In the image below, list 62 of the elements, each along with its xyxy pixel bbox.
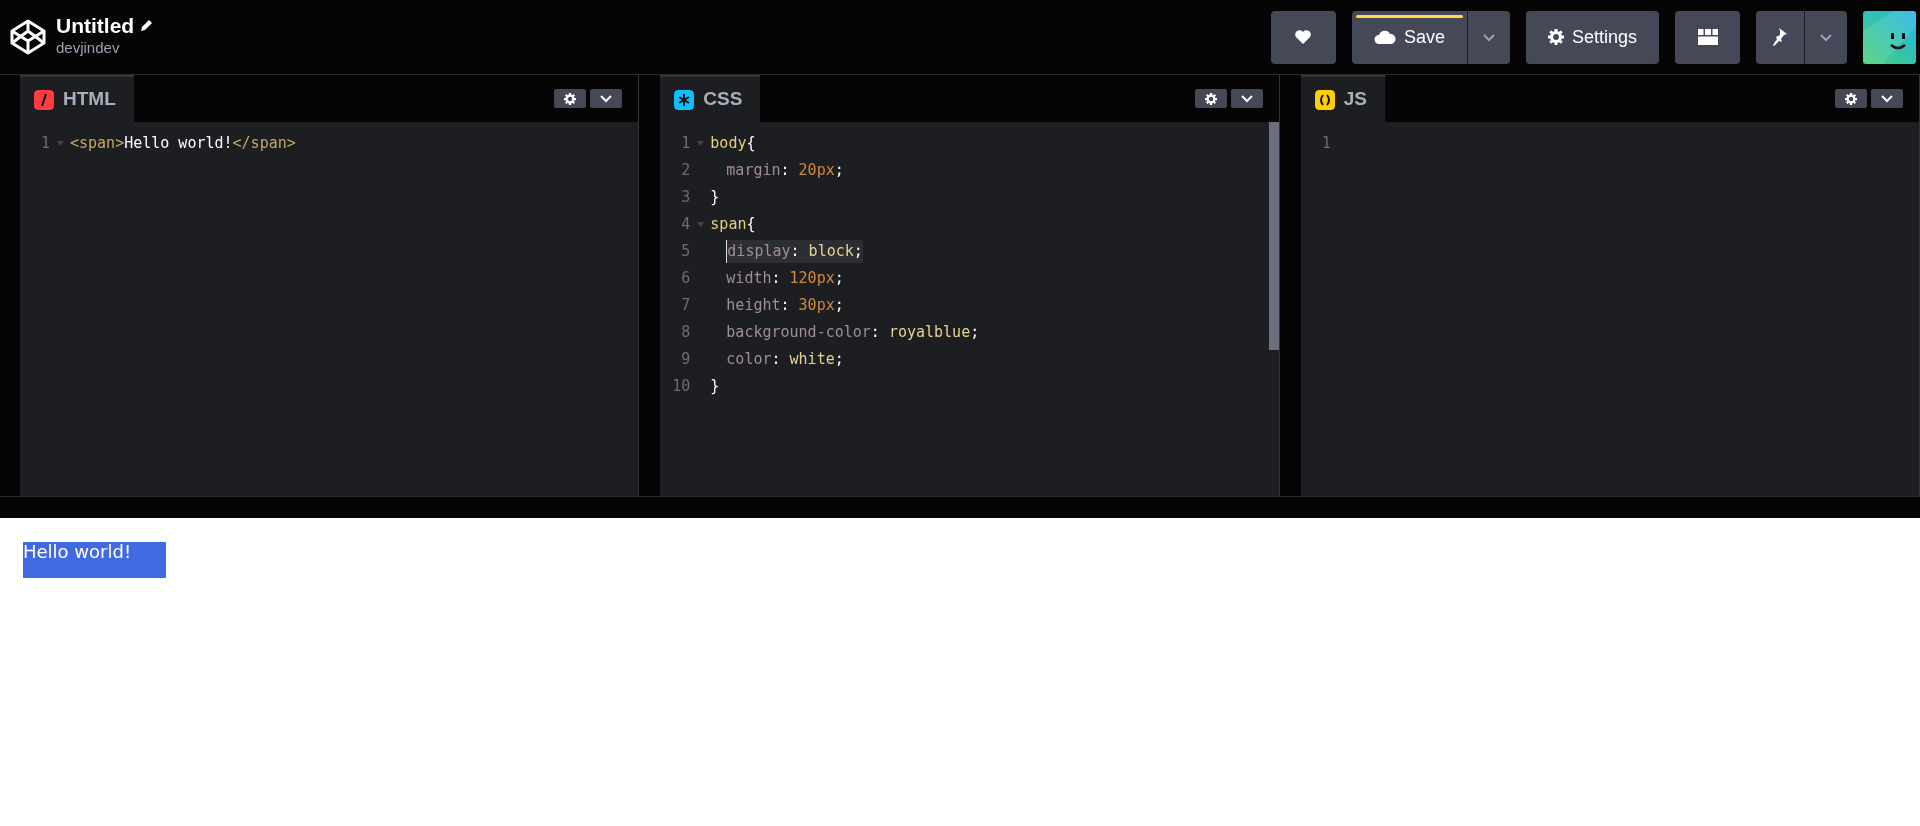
love-button[interactable] (1270, 10, 1336, 64)
fold-caret-icon (696, 222, 704, 227)
line-number: 3 (680, 187, 691, 209)
parentheses-icon (1314, 89, 1335, 110)
settings-icon (564, 92, 577, 105)
collapse-button[interactable] (1230, 89, 1263, 108)
caret-icon (1481, 32, 1496, 42)
collapse-button[interactable] (1871, 89, 1903, 108)
caret-icon (1880, 94, 1894, 103)
collapse-button[interactable] (590, 89, 623, 108)
code-line: background-color: royalblue; (726, 322, 980, 344)
settings-icon (1204, 92, 1217, 105)
editor-tab[interactable]: HTML (20, 75, 134, 122)
pencil-icon (138, 17, 155, 34)
line-number: 7 (680, 295, 691, 317)
caret-icon (1239, 94, 1254, 103)
avatar-icon[interactable] (1863, 10, 1916, 64)
line-number: 9 (680, 349, 691, 371)
caret-icon (1819, 32, 1833, 42)
line-number: 5 (680, 241, 691, 263)
line-number: 10 (671, 376, 691, 398)
code-line: span{ (710, 214, 756, 236)
editor-tab[interactable]: JS (1300, 75, 1385, 122)
editor-tab[interactable]: CSS (660, 75, 761, 122)
settings-button[interactable]: Settings (1525, 10, 1659, 64)
caret-icon (599, 94, 614, 103)
code-line: height: 30px; (726, 295, 844, 317)
line-number: 2 (680, 160, 691, 182)
line-number: 4 (680, 214, 691, 236)
settings-icon (1547, 29, 1564, 45)
heart-icon (1294, 29, 1313, 45)
line-number: 1 (1320, 133, 1331, 155)
code-line: } (710, 187, 720, 209)
save-button[interactable]: Save (1351, 10, 1467, 64)
editor-settings-button[interactable] (1835, 89, 1867, 108)
settings-icon (1845, 92, 1857, 105)
line-number: 1 (680, 133, 691, 155)
slash-icon (34, 89, 54, 110)
cloud-icon (1373, 30, 1396, 44)
code-line: margin: 20px; (726, 160, 844, 182)
code-line: <span>Hello world!</span> (70, 133, 296, 155)
author-link[interactable]: devjindev (56, 37, 155, 60)
fold-caret-icon (56, 141, 64, 146)
layout-icon (1697, 29, 1718, 45)
asterisk-icon (674, 89, 695, 110)
preview-output-text: Hello world! (23, 542, 166, 578)
line-number: 1 (39, 133, 50, 155)
code-line: body{ (710, 133, 756, 155)
scrollbar-thumb[interactable] (1268, 122, 1279, 350)
pin-button[interactable] (1756, 10, 1804, 64)
fold-caret-icon (696, 141, 704, 146)
logo-cube-icon (8, 17, 48, 57)
pen-title[interactable]: Untitled (56, 14, 135, 38)
pin-icon (1772, 27, 1788, 47)
line-number: 6 (680, 268, 691, 290)
editor-settings-button[interactable] (554, 89, 587, 108)
line-number: 8 (680, 322, 691, 344)
code-line: color: white; (726, 349, 844, 371)
code-line: width: 120px; (726, 268, 844, 290)
editor-settings-button[interactable] (1194, 89, 1227, 108)
code-line: } (710, 376, 720, 398)
layout-button[interactable] (1675, 10, 1740, 64)
